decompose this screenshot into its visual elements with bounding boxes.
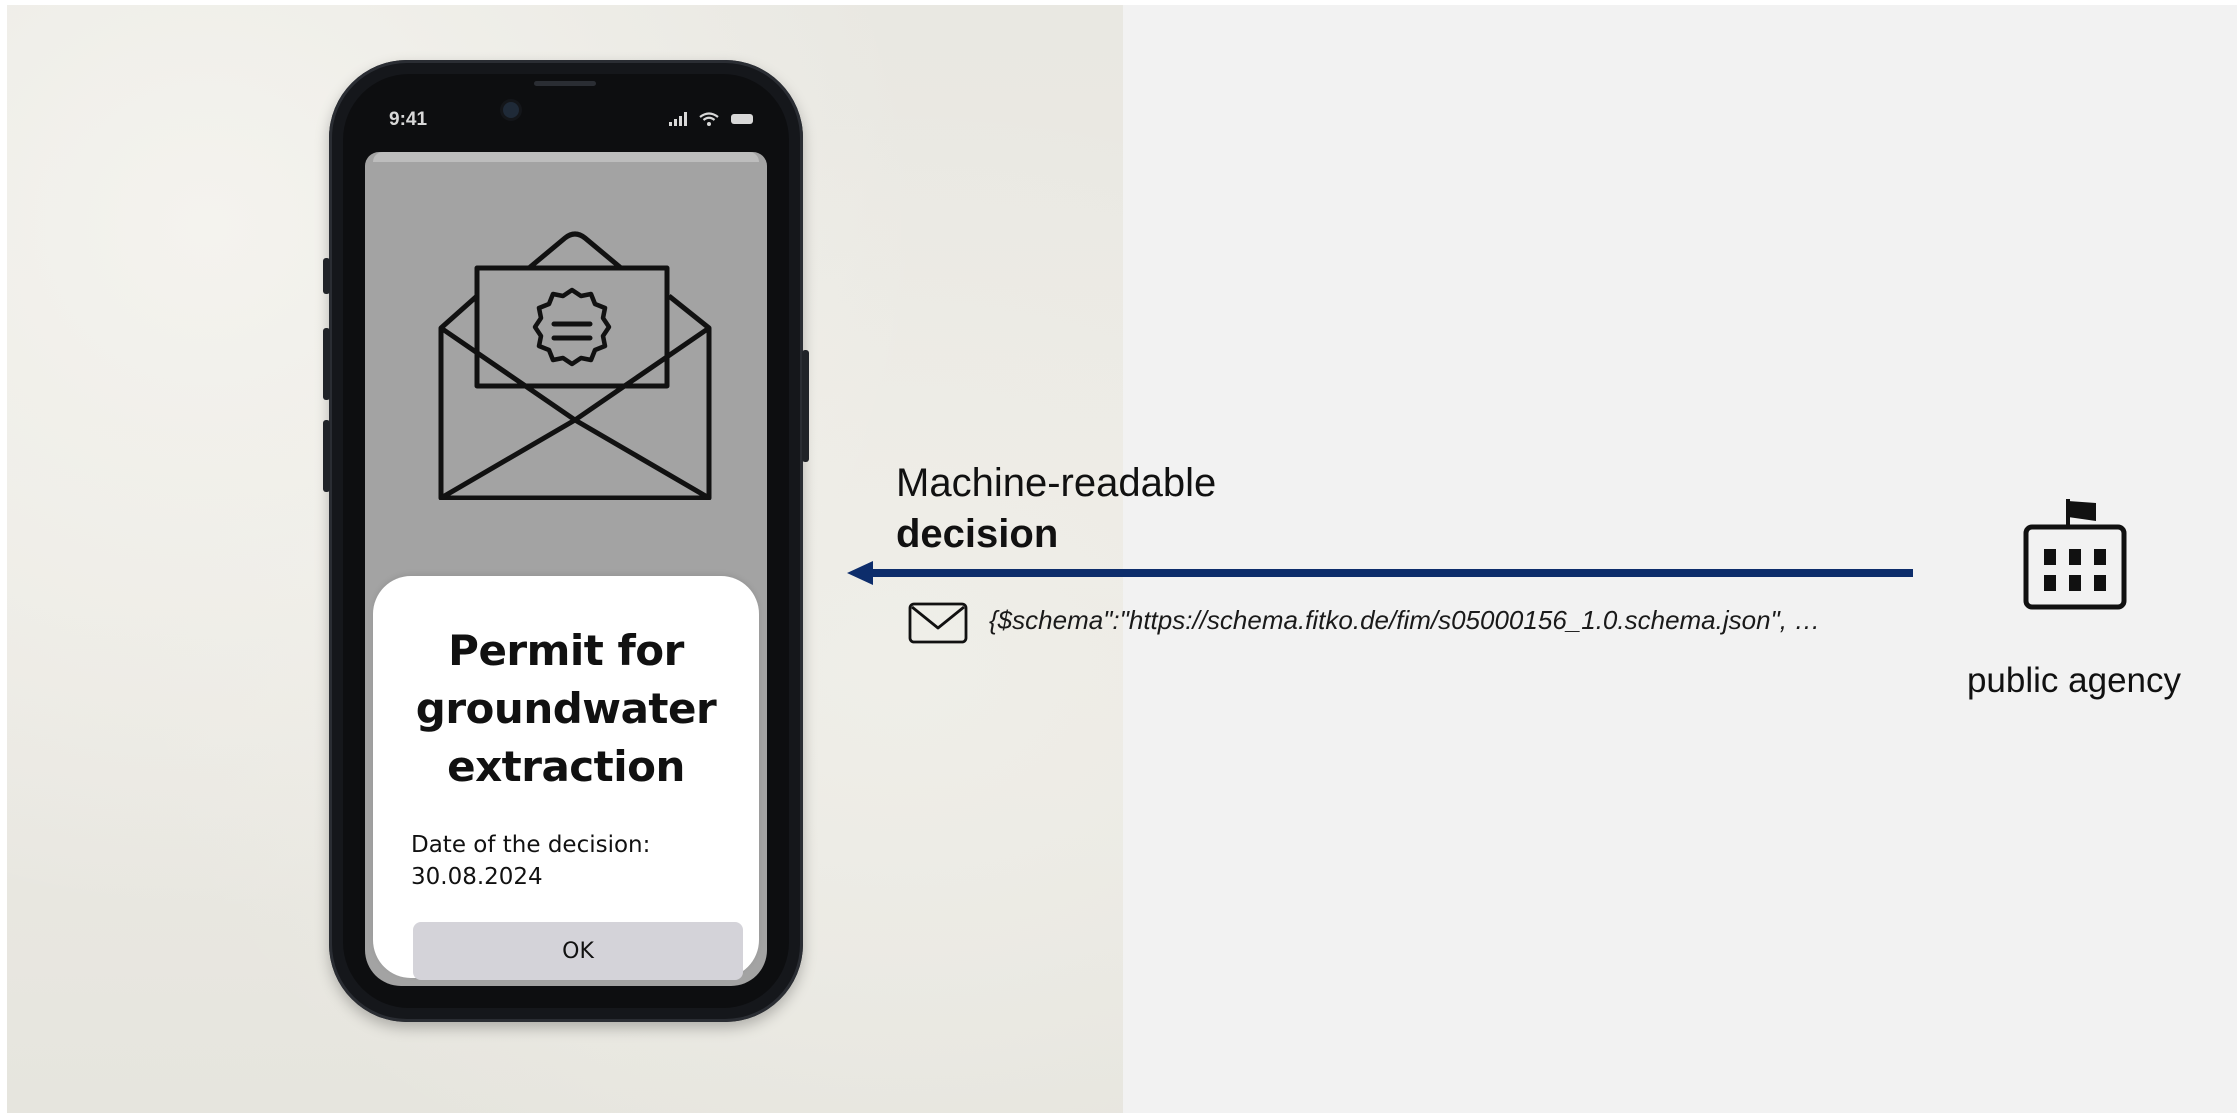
sheet-header <box>373 152 759 162</box>
signal-icon <box>668 112 687 127</box>
phone-power-button <box>802 350 809 462</box>
flow-label-line1: Machine-readable <box>896 461 1217 505</box>
app-screen: Permit for groundwater extraction Date o… <box>365 152 767 986</box>
slide-canvas: 9:41 Permit for groundwater extraction D… <box>7 5 2237 1113</box>
speaker-grille <box>534 81 596 86</box>
decision-arrow <box>847 561 1913 585</box>
smartphone: 9:41 Permit for groundwater extraction D… <box>323 60 809 1022</box>
json-payload-snippet: {$schema":"https://schema.fitko.de/fim/s… <box>989 605 1821 635</box>
status-bar-icons <box>668 110 753 127</box>
open-envelope-icon <box>438 231 712 500</box>
front-camera <box>503 102 519 118</box>
decision-card: Permit for groundwater extraction Date o… <box>373 576 759 980</box>
phone-display: 9:41 Permit for groundwater extraction D… <box>343 74 789 1008</box>
wifi-icon <box>699 112 719 127</box>
phone-volume-down-button <box>323 420 330 492</box>
agency-label: public agency <box>1966 661 2182 700</box>
battery-icon <box>731 114 753 125</box>
decision-title: Permit for groundwater extraction <box>415 626 717 791</box>
flow-label-line2: decision <box>896 512 1059 556</box>
envelope-icon <box>908 602 968 644</box>
government-building-icon <box>2023 499 2127 610</box>
ok-button[interactable]: OK <box>413 922 743 980</box>
decision-date-value: 30.08.2024 <box>411 864 543 890</box>
status-time: 9:41 <box>389 109 428 130</box>
decision-date-label: Date of the decision: <box>411 832 651 858</box>
phone-side-button <box>323 258 330 294</box>
phone-volume-up-button <box>323 328 330 400</box>
